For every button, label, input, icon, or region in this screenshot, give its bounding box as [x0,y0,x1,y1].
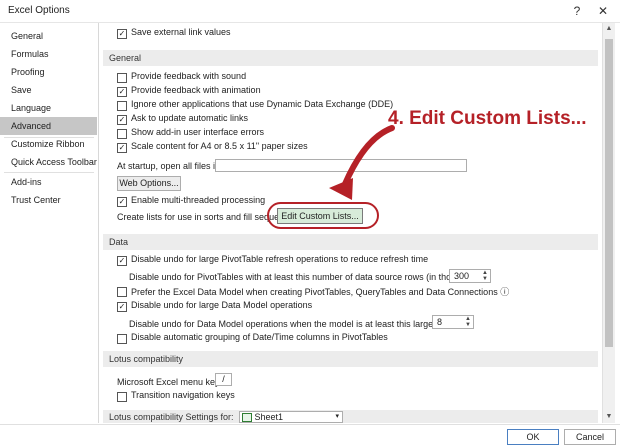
data-section-header: Data [103,234,598,250]
data-model-mb-value: 8 [437,317,443,327]
lotus-settings-header: Lotus compatibility Settings for: [103,410,598,423]
scroll-thumb[interactable] [605,39,613,347]
dialog-footer: OK Cancel [0,424,620,448]
content-scrollbar[interactable]: ▲ ▼ [602,23,615,423]
options-sidebar: General Formulas Proofing Save Language … [0,23,99,423]
multithread-checkbox[interactable]: ✓ [117,197,127,207]
lotus-section-header: Lotus compatibility [103,351,598,367]
chevron-down-icon: ▾ [335,413,339,420]
prefer-data-model-label: Prefer the Excel Data Model when creatin… [131,287,510,297]
sheet-icon [242,413,252,423]
scale-content-label: Scale content for A4 or 8.5 x 11" paper … [131,141,308,151]
spinner-arrows-icon[interactable]: ▲ ▼ [463,316,473,328]
ignore-dde-label: Ignore other applications that use Dynam… [131,99,394,109]
sidebar-item-customize-ribbon[interactable]: Customize Ribbon [0,135,97,153]
save-external-link-checkbox[interactable]: ✓ [117,29,127,39]
pivot-rows-spinner[interactable]: 300 ▲ ▼ [449,269,491,283]
title-bar: Excel Options ? ✕ [0,0,620,23]
sidebar-item-general[interactable]: General [0,27,97,45]
sidebar-item-language[interactable]: Language [0,99,97,117]
multithread-label: Enable multi-threaded processing [131,195,266,205]
feedback-animation-label: Provide feedback with animation [131,85,261,95]
window-title: Excel Options [8,5,70,16]
addin-errors-checkbox[interactable] [117,129,127,139]
sheet-select-value: Sheet1 [254,412,284,422]
sidebar-item-formulas[interactable]: Formulas [0,45,97,63]
data-model-mb-label: Disable undo for Data Model operations w… [129,319,468,329]
spinner-arrows-icon[interactable]: ▲ ▼ [480,270,490,282]
scroll-down-icon[interactable]: ▼ [603,411,615,423]
prefer-data-model-checkbox[interactable] [117,287,127,297]
update-links-label: Ask to update automatic links [131,113,249,123]
sidebar-item-proofing[interactable]: Proofing [0,63,97,81]
menu-key-input[interactable]: / [215,373,232,386]
pivot-undo-checkbox[interactable]: ✓ [117,256,127,266]
pivot-rows-value: 300 [454,271,470,281]
save-external-link-label: Save external link values [131,27,231,37]
scale-content-checkbox[interactable]: ✓ [117,143,127,153]
help-button[interactable]: ? [566,2,588,20]
addin-errors-label: Show add-in user interface errors [131,127,265,137]
sidebar-item-add-ins[interactable]: Add-ins [0,173,97,191]
lotus-settings-label: Lotus compatibility Settings for: [109,412,234,422]
general-section-header: General [103,50,598,66]
pivot-rows-label: Disable undo for PivotTables with at lea… [129,272,486,282]
feedback-sound-checkbox[interactable] [117,73,127,83]
sidebar-item-quick-access-toolbar[interactable]: Quick Access Toolbar [0,153,97,171]
ok-button[interactable]: OK [507,429,559,445]
sidebar-item-advanced[interactable]: Advanced [0,117,97,135]
sidebar-item-trust-center[interactable]: Trust Center [0,191,97,209]
startup-folder-label: At startup, open all files in: [117,161,223,171]
annotation-callout-text: 4. Edit Custom Lists... [388,108,587,129]
cancel-button[interactable]: Cancel [564,429,616,445]
advanced-options-panel: ✓ Save external link values General Prov… [99,23,602,423]
menu-key-label: Microsoft Excel menu key: [117,377,223,387]
ignore-dde-checkbox[interactable] [117,101,127,111]
pivot-undo-label: Disable undo for large PivotTable refres… [131,254,429,264]
edit-custom-lists-button[interactable]: Edit Custom Lists... [277,208,363,224]
data-model-undo-checkbox[interactable]: ✓ [117,302,127,312]
close-button[interactable]: ✕ [592,2,614,20]
data-model-undo-label: Disable undo for large Data Model operat… [131,300,313,310]
date-grouping-label: Disable automatic grouping of Date/Time … [131,332,388,342]
sheet-select[interactable]: Sheet1 ▾ [239,411,343,423]
feedback-sound-label: Provide feedback with sound [131,71,247,81]
sidebar-item-save[interactable]: Save [0,81,97,99]
update-links-checkbox[interactable]: ✓ [117,115,127,125]
startup-folder-input[interactable] [215,159,467,172]
feedback-animation-checkbox[interactable]: ✓ [117,87,127,97]
transition-keys-label: Transition navigation keys [131,390,235,400]
date-grouping-checkbox[interactable] [117,334,127,344]
scroll-up-icon[interactable]: ▲ [603,23,615,35]
transition-keys-checkbox[interactable] [117,392,127,402]
info-icon: ⓘ [500,287,510,297]
web-options-button[interactable]: Web Options... [117,176,181,191]
data-model-mb-spinner[interactable]: 8 ▲ ▼ [432,315,474,329]
